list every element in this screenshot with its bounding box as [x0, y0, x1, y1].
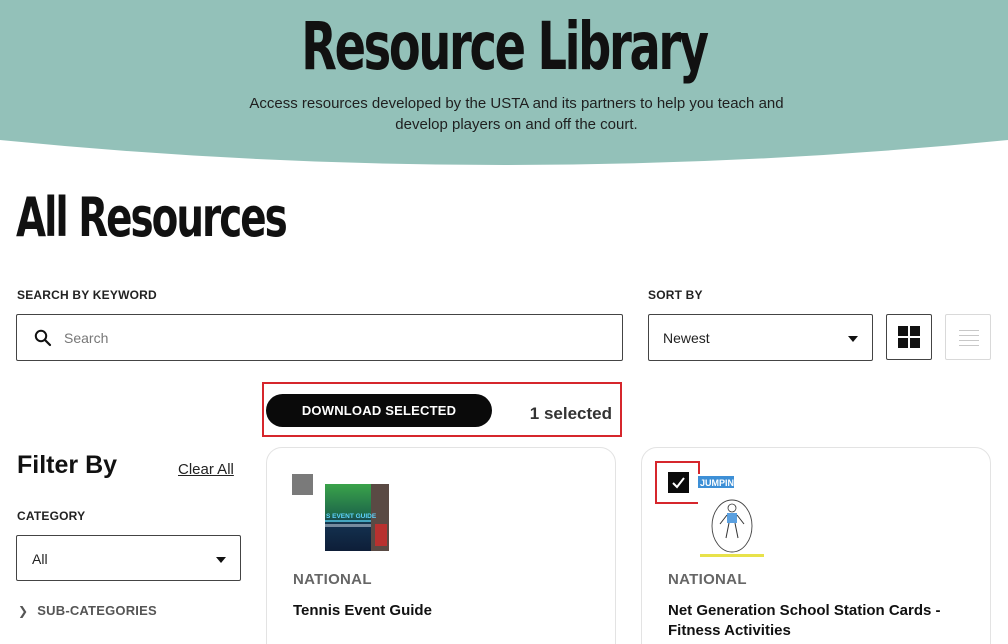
- clear-all-link[interactable]: Clear All: [178, 461, 234, 478]
- sort-label: SORT BY: [648, 288, 703, 302]
- thumbnail-text: S EVENT GUIDE: [326, 513, 377, 520]
- search-label: SEARCH BY KEYWORD: [17, 288, 157, 302]
- chevron-right-icon: ❯: [18, 604, 29, 618]
- sort-selected-value: Newest: [663, 330, 710, 346]
- hero-banner: Resource Library Access resources develo…: [0, 0, 1008, 170]
- category-label: CATEGORY: [17, 509, 86, 523]
- card-tag: NATIONAL: [293, 571, 372, 588]
- selected-checkbox-highlight: [655, 461, 700, 504]
- thumbnail-text: JUMPING: [700, 478, 741, 488]
- resource-card[interactable]: S EVENT GUIDE NATIONAL Tennis Event Guid…: [266, 447, 616, 644]
- sort-select[interactable]: Newest: [648, 314, 873, 361]
- chevron-down-icon: [216, 557, 226, 563]
- card-title[interactable]: Net Generation School Station Cards - Fi…: [668, 601, 968, 641]
- select-checkbox[interactable]: [668, 472, 689, 493]
- category-select[interactable]: All: [16, 535, 241, 581]
- search-icon: [34, 329, 52, 347]
- subcategories-label: SUB-CATEGORIES: [37, 603, 157, 618]
- list-view-button[interactable]: [945, 314, 991, 360]
- card-title[interactable]: Tennis Event Guide: [293, 601, 593, 621]
- resource-thumbnail: S EVENT GUIDE: [325, 484, 389, 551]
- select-checkbox[interactable]: [292, 474, 313, 495]
- selected-count: 1 selected: [529, 404, 612, 423]
- subcategories-toggle[interactable]: ❯ SUB-CATEGORIES: [18, 603, 157, 618]
- download-selected-button[interactable]: DOWNLOAD SELECTED: [266, 394, 492, 427]
- bulk-action-bar: DOWNLOAD SELECTED 1 selected: [262, 382, 622, 437]
- category-selected-value: All: [32, 551, 48, 567]
- search-box[interactable]: [16, 314, 623, 361]
- filter-title: Filter By: [17, 451, 118, 479]
- checkmark-icon: [672, 477, 685, 489]
- card-tag: NATIONAL: [668, 571, 747, 588]
- hero-title: Resource Library: [301, 8, 709, 85]
- chevron-down-icon: [848, 336, 858, 342]
- resource-thumbnail: JUMPING: [698, 474, 766, 558]
- resource-card[interactable]: JUMPING NATIONAL Net Generation School S…: [641, 447, 991, 644]
- grid-view-button[interactable]: [886, 314, 932, 360]
- hero-subtitle: Access resources developed by the USTA a…: [249, 95, 784, 133]
- page-title: All Resources: [16, 186, 288, 249]
- search-input[interactable]: [64, 327, 604, 349]
